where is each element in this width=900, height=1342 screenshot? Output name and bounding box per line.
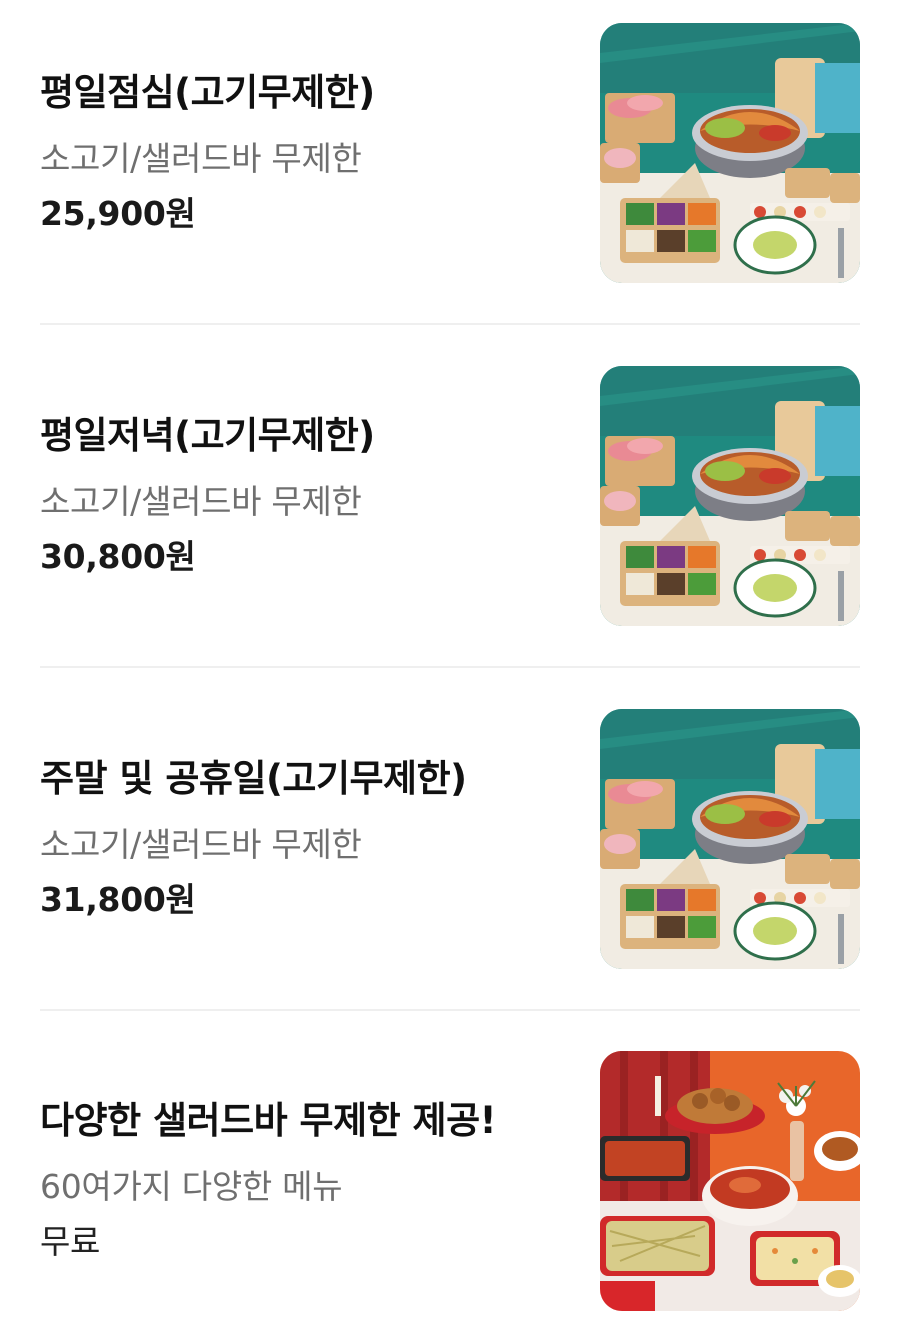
divider [40, 1009, 860, 1011]
menu-item-photo-hotpot[interactable] [600, 709, 860, 969]
menu-item-photo-hotpot[interactable] [600, 23, 860, 283]
menu-item-description: 소고기/샐러드바 무제한 [40, 139, 362, 178]
menu-item-price: 25,900원 [40, 194, 196, 233]
menu-item-description: 소고기/샐러드바 무제한 [40, 482, 362, 521]
menu-item-description: 60여가지 다양한 메뉴 [40, 1167, 343, 1206]
menu-item-price: 무료 [40, 1222, 101, 1261]
menu-item-salad-bar[interactable]: 다양한 샐러드바 무제한 제공! 60여가지 다양한 메뉴 무료 [40, 1051, 860, 1311]
menu-item-name: 평일저녁(고기무제한) [40, 414, 375, 457]
menu-item-price: 30,800원 [40, 537, 196, 576]
menu-item-name: 주말 및 공휴일(고기무제한) [40, 757, 467, 800]
menu-item-name: 평일점심(고기무제한) [40, 71, 375, 114]
menu-item-weekday-lunch[interactable]: 평일점심(고기무제한) 소고기/샐러드바 무제한 25,900원 [40, 23, 860, 283]
menu-item-weekend-holiday[interactable]: 주말 및 공휴일(고기무제한) 소고기/샐러드바 무제한 31,800원 [40, 709, 860, 969]
menu-item-name: 다양한 샐러드바 무제한 제공! [40, 1099, 497, 1142]
menu-item-description: 소고기/샐러드바 무제한 [40, 825, 362, 864]
menu-item-photo-salad-bar[interactable] [600, 1051, 860, 1311]
divider [40, 323, 860, 325]
menu-item-weekday-dinner[interactable]: 평일저녁(고기무제한) 소고기/샐러드바 무제한 30,800원 [40, 366, 860, 626]
menu-item-price: 31,800원 [40, 880, 196, 919]
menu-item-photo-hotpot[interactable] [600, 366, 860, 626]
divider [40, 666, 860, 668]
